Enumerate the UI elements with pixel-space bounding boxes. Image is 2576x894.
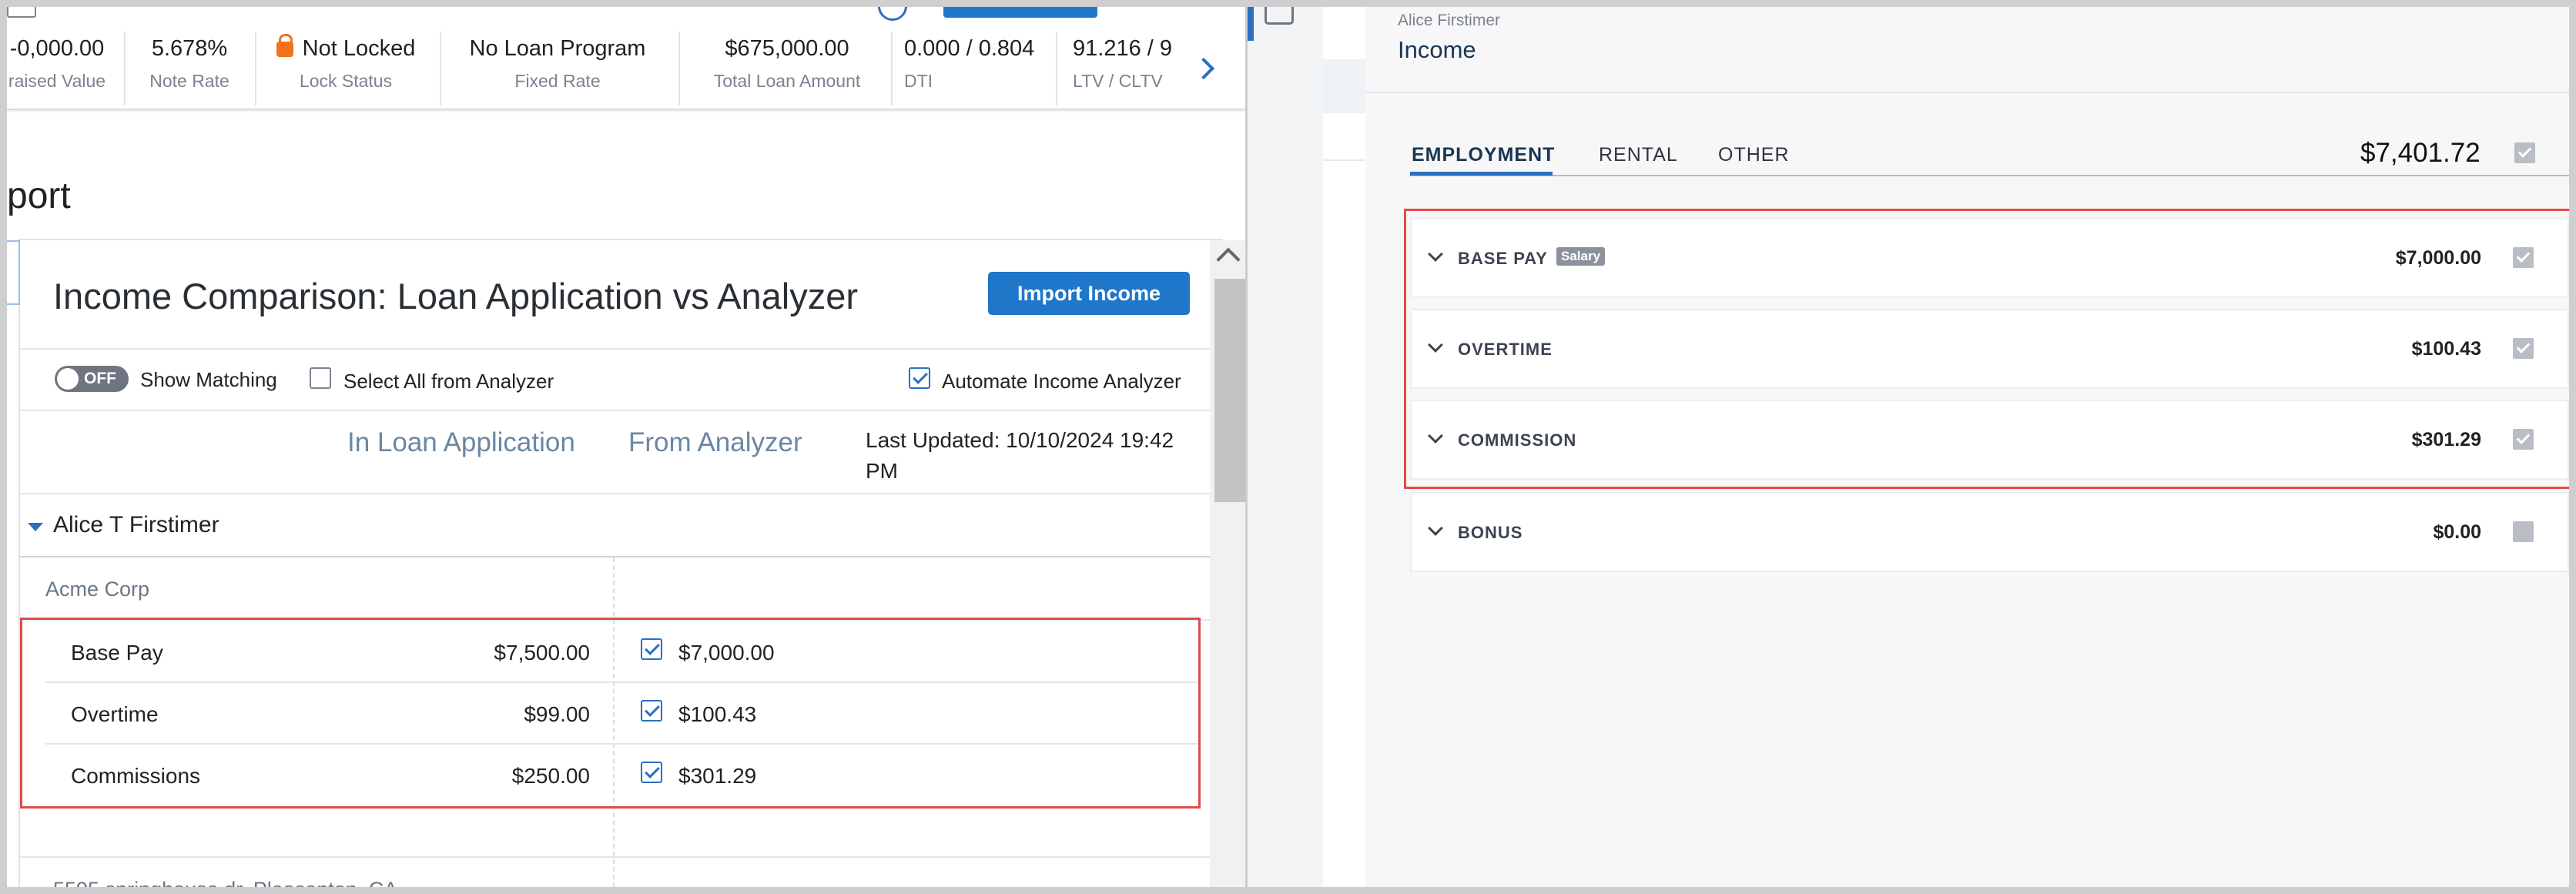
- item-checkbox[interactable]: [2513, 521, 2534, 542]
- metric-total-loan-amount: $675,000.00 Total Loan Amount: [695, 36, 879, 92]
- active-tab-underline: [1410, 172, 1553, 176]
- automate-label: Automate Income Analyzer: [942, 370, 1181, 393]
- caret-down-icon[interactable]: [28, 523, 43, 531]
- info-icon[interactable]: [878, 7, 907, 21]
- select-all-checkbox[interactable]: [310, 367, 331, 389]
- divider: [20, 410, 1210, 411]
- metric-value: $675,000.00: [725, 36, 849, 61]
- toggle-label: OFF: [84, 370, 116, 387]
- chevron-right-icon[interactable]: [1192, 57, 1215, 80]
- chevron-down-icon[interactable]: [1428, 521, 1443, 536]
- last-updated: Last Updated: 10/10/2024 19:42 PM: [866, 428, 1174, 483]
- metric-label: Note Rate: [149, 71, 229, 91]
- metric-value: -0,000.00: [9, 36, 105, 61]
- divider: [20, 348, 1210, 350]
- metric-ltv: 91.216 / 9 LTV / CLTV: [1073, 36, 1188, 92]
- select-all-label: Select All from Analyzer: [343, 370, 554, 393]
- metric-lock-status[interactable]: Not Locked Lock Status: [265, 34, 427, 92]
- loan-window: -0,000.00 raised Value 5.678% Note Rate …: [7, 7, 1245, 887]
- income-total: $7,401.72: [2360, 138, 2481, 168]
- item-amount: $0.00: [2433, 521, 2481, 543]
- metric-value: Not Locked: [302, 36, 416, 61]
- side-strip: [1245, 7, 1325, 887]
- income-content: Alice Firstimer Income EMPLOYMENT RENTAL…: [1365, 7, 2569, 887]
- item-label: BONUS: [1458, 523, 1523, 542]
- scrollbar[interactable]: [1210, 240, 1245, 887]
- top-button-fragment[interactable]: [943, 7, 1097, 18]
- metric-value: No Loan Program: [469, 36, 646, 61]
- metric-appraised-value: -0,000.00 raised Value: [7, 36, 107, 92]
- income-comparison-card: Income Comparison: Loan Application vs A…: [7, 239, 1245, 887]
- divider: [20, 856, 1210, 858]
- automate-checkbox[interactable]: [909, 367, 930, 389]
- tab-employment[interactable]: EMPLOYMENT: [1412, 144, 1555, 166]
- metric-value: 0.000 / 0.804: [904, 36, 1035, 61]
- divider: [1323, 159, 1365, 161]
- active-tab-marker: [1248, 7, 1254, 41]
- income-panel: Alice Firstimer Income EMPLOYMENT RENTAL…: [1323, 7, 2569, 887]
- scroll-up-icon[interactable]: [1216, 247, 1241, 272]
- metric-label: DTI: [904, 71, 933, 91]
- metric-label: LTV / CLTV: [1073, 71, 1163, 91]
- borrower-name[interactable]: Alice T Firstimer: [53, 512, 219, 538]
- divider: [440, 32, 441, 105]
- metric-loan-program: No Loan Program Fixed Rate: [461, 36, 654, 92]
- collapsed-column: [1323, 7, 1367, 887]
- metric-label: Fixed Rate: [514, 71, 601, 91]
- tab-rental[interactable]: RENTAL: [1599, 144, 1678, 166]
- metric-label: raised Value: [8, 71, 106, 91]
- show-matching-label: Show Matching: [140, 368, 277, 391]
- divider: [255, 32, 256, 105]
- divider: [20, 556, 1210, 557]
- borrower-subtitle: Alice Firstimer: [1398, 12, 1501, 29]
- collapsed-row: [1323, 59, 1365, 113]
- scroll-thumb[interactable]: [1214, 279, 1245, 502]
- metric-note-rate: 5.678% Note Rate: [139, 36, 240, 92]
- show-matching-toggle[interactable]: OFF: [55, 366, 129, 392]
- metric-value: 91.216 / 9: [1073, 36, 1172, 61]
- divider: [891, 32, 893, 105]
- page-title: port: [7, 176, 71, 216]
- metric-label: Lock Status: [299, 71, 393, 91]
- highlight-box: [20, 618, 1201, 809]
- income-item-bonus[interactable]: BONUS $0.00: [1410, 492, 2569, 572]
- tab-other[interactable]: OTHER: [1718, 144, 1790, 166]
- side-tab[interactable]: [7, 240, 20, 305]
- metric-value: 5.678%: [151, 36, 228, 61]
- card-title: Income Comparison: Loan Application vs A…: [53, 276, 859, 316]
- highlight-box: [1404, 209, 2569, 489]
- borrower-address: 5595 springhouse dr, Pleasanton, CA: [53, 878, 397, 887]
- col-header-analyzer: From Analyzer: [628, 427, 802, 457]
- divider: [20, 493, 1210, 494]
- lock-icon: [276, 34, 293, 57]
- employer-name: Acme Corp: [45, 578, 150, 601]
- divider: [124, 32, 126, 105]
- panel-title: Income: [1398, 36, 1476, 63]
- divider: [1056, 32, 1057, 105]
- metric-label: Total Loan Amount: [713, 71, 861, 91]
- metric-dti: 0.000 / 0.804 DTI: [904, 36, 1047, 92]
- col-header-loan-app: In Loan Application: [347, 427, 575, 457]
- chat-icon[interactable]: [1265, 7, 1294, 25]
- divider: [678, 32, 680, 105]
- total-checkbox[interactable]: [2514, 142, 2535, 163]
- import-income-button[interactable]: Import Income: [988, 272, 1190, 315]
- metrics-bar: -0,000.00 raised Value 5.678% Note Rate …: [7, 7, 1245, 110]
- top-checkbox-fragment[interactable]: [7, 7, 36, 18]
- toggle-knob: [57, 368, 79, 390]
- divider: [1365, 92, 2569, 93]
